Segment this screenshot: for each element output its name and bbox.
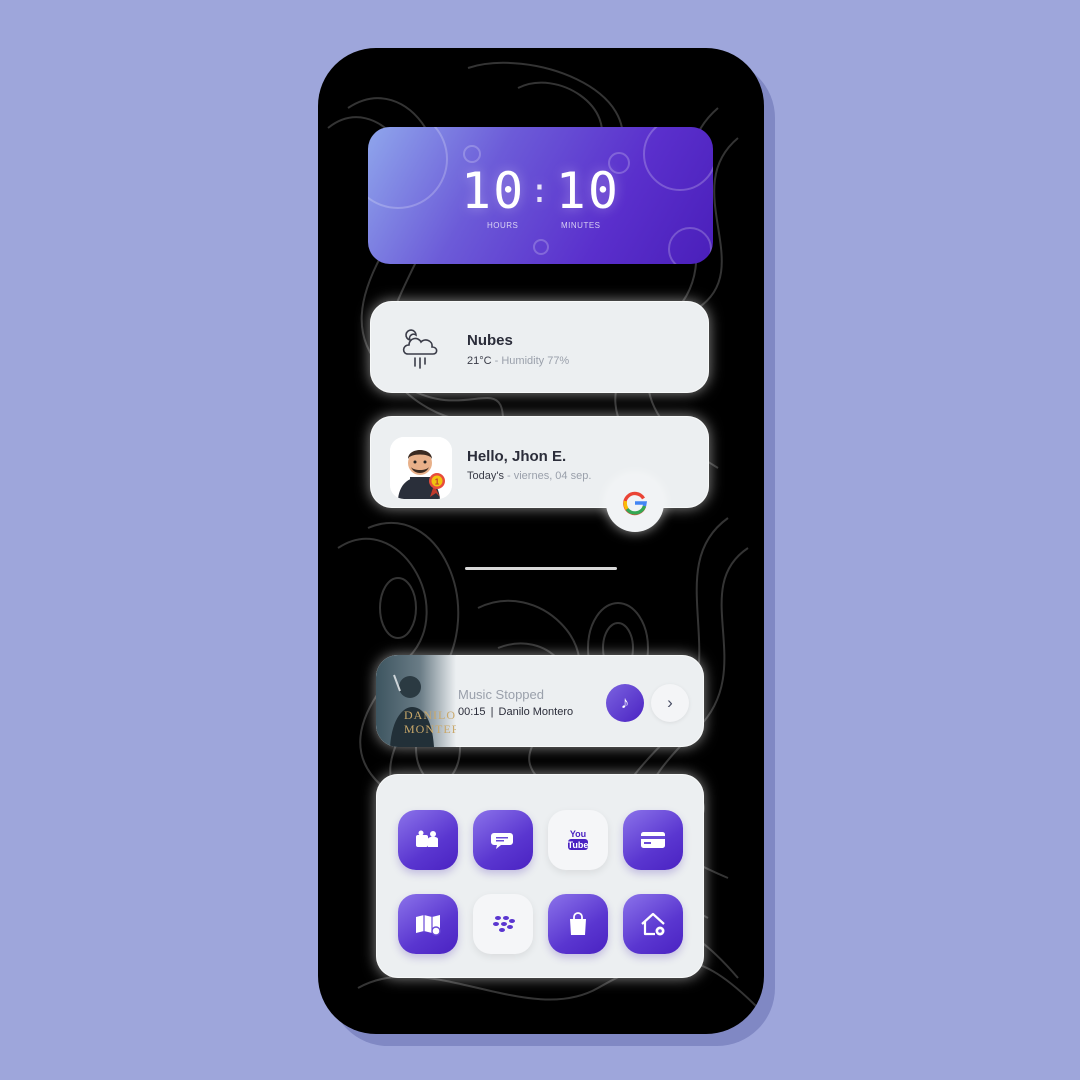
weather-widget[interactable]: Nubes 21°C - Humidity 77% [370, 301, 709, 393]
google-search-button[interactable] [606, 474, 664, 532]
chat-bubbles-icon [491, 833, 513, 849]
avatar[interactable]: 1 [390, 437, 452, 499]
screen: 10:10 HOURS MINUTES Nubes 21°C - Humidit… [0, 0, 1080, 1080]
music-widget[interactable]: DANILO MONTERO Music Stopped 00:15 | Dan… [376, 655, 704, 747]
music-artist: Danilo Montero [498, 706, 574, 718]
clock-minutes: 10 [555, 162, 620, 220]
weather-details: 21°C - Humidity 77% [467, 355, 569, 367]
app-home[interactable] [623, 894, 683, 954]
minutes-label: MINUTES [561, 221, 601, 230]
hours-label: HOURS [487, 221, 519, 230]
clock-colon: : [529, 171, 552, 211]
google-g-icon [623, 491, 648, 516]
weather-humidity: Humidity 77% [501, 355, 570, 367]
weather-temperature: 21°C [467, 355, 492, 367]
svg-text:Tube: Tube [568, 840, 589, 850]
today-label: Today's [467, 470, 504, 482]
shopping-bag-icon [570, 912, 586, 935]
clock-widget[interactable]: 10:10 HOURS MINUTES [368, 127, 713, 264]
decor-bubble [533, 239, 549, 255]
album-artwork: DANILO MONTERO [390, 674, 456, 747]
decor-bubble [668, 227, 712, 264]
app-youtube[interactable]: You Tube [548, 810, 608, 870]
clock-time: 10:10 [368, 165, 713, 217]
album-art[interactable]: DANILO MONTERO [376, 655, 456, 747]
music-track-info: 00:15 | Danilo Montero [458, 706, 573, 718]
credit-card-icon [641, 832, 665, 848]
blackberry-icon [493, 916, 515, 932]
music-separator: | [490, 706, 494, 718]
weather-separator: - [491, 355, 502, 367]
app-teams[interactable] [398, 810, 458, 870]
date-value: viernes, 04 sep. [513, 470, 592, 482]
music-note-icon: ♪ [620, 693, 630, 712]
phone: 10:10 HOURS MINUTES Nubes 21°C - Humidit… [318, 48, 764, 1034]
svg-text:1: 1 [435, 478, 440, 487]
home-settings-icon [641, 912, 665, 936]
music-next-button[interactable]: › [651, 684, 689, 722]
divider [465, 567, 617, 570]
youtube-icon: You Tube [568, 829, 589, 850]
decor-bubble [463, 145, 481, 163]
app-store[interactable] [548, 894, 608, 954]
clock-hours: 10 [461, 162, 526, 220]
people-chat-icon [416, 830, 438, 847]
app-maps[interactable] [398, 894, 458, 954]
cloud-rain-moon-icon [402, 329, 438, 369]
music-status: Music Stopped [458, 687, 544, 702]
music-play-button[interactable]: ♪ [606, 684, 644, 722]
chevron-right-icon: › [667, 693, 673, 712]
greeting-title: Hello, Jhon E. [467, 448, 567, 465]
date-separator: - [503, 470, 514, 482]
app-wallet[interactable] [623, 810, 683, 870]
app-messages[interactable] [473, 810, 533, 870]
greeting-date: Today's - viernes, 04 sep. [467, 470, 591, 482]
svg-text:You: You [570, 829, 586, 839]
apps-widget: You Tube [376, 774, 704, 978]
avatar-image: 1 [390, 437, 452, 499]
music-time: 00:15 [458, 706, 486, 718]
weather-condition: Nubes [467, 332, 513, 349]
svg-text:DANILO: DANILO [404, 708, 456, 722]
svg-text:MONTERO: MONTERO [404, 722, 456, 736]
app-blackberry[interactable] [473, 894, 533, 954]
map-book-icon [416, 915, 441, 936]
